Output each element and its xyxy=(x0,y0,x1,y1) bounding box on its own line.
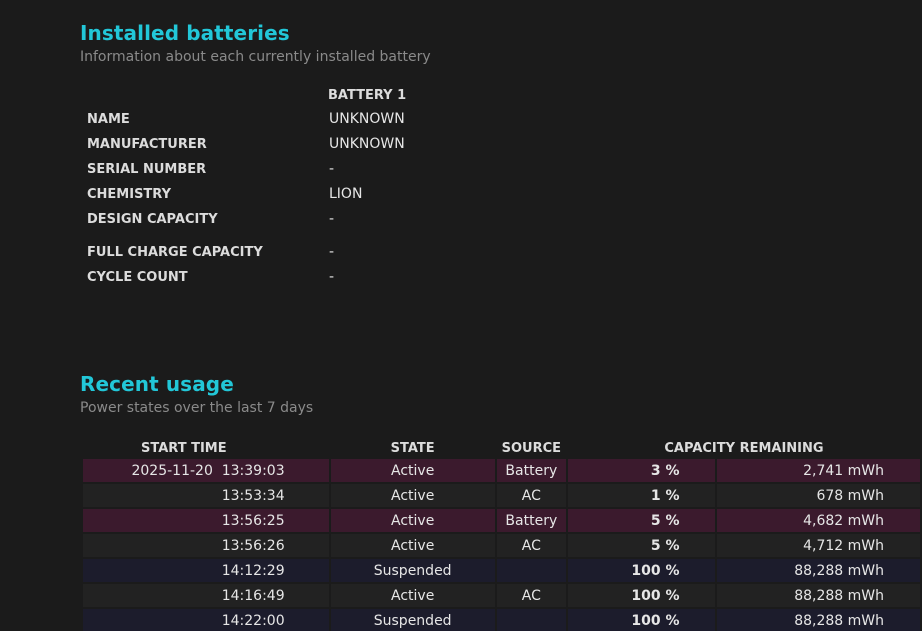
table-row: 2025-11-20 13:39:03 Active Battery 3 % 2… xyxy=(83,459,920,482)
table-row: 14:12:29 Suspended 100 % 88,288 mWh xyxy=(83,559,920,582)
info-value-serial-number: - xyxy=(329,161,335,177)
table-row: 13:56:26 Active AC 5 % 4,712 mWh xyxy=(83,534,920,557)
cell-start-time: 14:12:29 xyxy=(83,559,329,582)
cell-start-time: 14:22:00 xyxy=(83,609,329,631)
info-value-chemistry: LION xyxy=(329,186,363,202)
info-label-cycle-count: CYCLE COUNT xyxy=(87,270,188,285)
installed-batteries-title: Installed batteries xyxy=(80,21,290,45)
header-start-time: START TIME xyxy=(141,440,227,456)
table-row: 13:56:25 Active Battery 5 % 4,682 mWh xyxy=(83,509,920,532)
info-label-chemistry: CHEMISTRY xyxy=(87,187,172,202)
cell-start-time: 13:56:25 xyxy=(83,509,329,532)
cell-capacity-mwh: 4,682 mWh xyxy=(717,509,920,532)
header-state: STATE xyxy=(390,440,435,456)
cell-source xyxy=(496,559,566,582)
info-value-design-capacity: - xyxy=(329,211,335,227)
cell-source: AC xyxy=(496,584,566,607)
header-source: SOURCE xyxy=(501,440,562,456)
info-label-manufacturer: MANUFACTURER xyxy=(87,137,207,152)
cell-capacity-mwh: 4,712 mWh xyxy=(717,534,920,557)
cell-start-time: 13:56:26 xyxy=(83,534,329,557)
table-row: 14:22:00 Suspended 100 % 88,288 mWh xyxy=(83,609,920,631)
cell-capacity-percent: 100 % xyxy=(567,559,716,582)
cell-capacity-percent: 3 % xyxy=(567,459,716,482)
info-value-manufacturer: UNKNOWN xyxy=(329,136,405,152)
table-header-row: START TIME STATE SOURCE CAPACITY REMAINI… xyxy=(83,439,920,457)
cell-capacity-mwh: 88,288 mWh xyxy=(717,609,920,631)
cell-capacity-percent: 5 % xyxy=(567,509,716,532)
table-row: 14:16:49 Active AC 100 % 88,288 mWh xyxy=(83,584,920,607)
cell-source: Battery xyxy=(496,509,566,532)
info-label-serial-number: SERIAL NUMBER xyxy=(87,162,207,177)
info-label-name: NAME xyxy=(87,112,130,127)
cell-state: Active xyxy=(330,534,495,557)
cell-capacity-mwh: 678 mWh xyxy=(717,484,920,507)
info-label-full-charge-capacity: FULL CHARGE CAPACITY xyxy=(87,245,263,260)
table-row: 13:53:34 Active AC 1 % 678 mWh xyxy=(83,484,920,507)
cell-state: Active xyxy=(330,459,495,482)
info-value-full-charge-capacity: - xyxy=(329,244,335,260)
recent-usage-table: START TIME STATE SOURCE CAPACITY REMAINI… xyxy=(81,437,922,631)
cell-capacity-percent: 5 % xyxy=(567,534,716,557)
cell-capacity-percent: 100 % xyxy=(567,609,716,631)
cell-start-time: 13:53:34 xyxy=(83,484,329,507)
cell-start-time: 14:16:49 xyxy=(83,584,329,607)
cell-capacity-mwh: 88,288 mWh xyxy=(717,584,920,607)
info-value-name: UNKNOWN xyxy=(329,111,405,127)
cell-state: Suspended xyxy=(330,559,495,582)
cell-source: Battery xyxy=(496,459,566,482)
info-label-design-capacity: DESIGN CAPACITY xyxy=(87,212,218,227)
cell-state: Active xyxy=(330,484,495,507)
cell-state: Active xyxy=(330,509,495,532)
installed-batteries-subtitle: Information about each currently install… xyxy=(80,49,431,65)
cell-state: Active xyxy=(330,584,495,607)
cell-source: AC xyxy=(496,484,566,507)
battery-report-page: Installed batteries Information about ea… xyxy=(0,0,922,631)
cell-capacity-percent: 100 % xyxy=(567,584,716,607)
cell-capacity-mwh: 2,741 mWh xyxy=(717,459,920,482)
cell-source xyxy=(496,609,566,631)
cell-capacity-mwh: 88,288 mWh xyxy=(717,559,920,582)
cell-state: Suspended xyxy=(330,609,495,631)
cell-start-time: 2025-11-20 13:39:03 xyxy=(83,459,329,482)
header-capacity-remaining: CAPACITY REMAINING xyxy=(664,440,824,456)
battery-1-header: BATTERY 1 xyxy=(328,88,407,103)
recent-usage-title: Recent usage xyxy=(80,372,234,396)
recent-usage-subtitle: Power states over the last 7 days xyxy=(80,400,314,416)
cell-source: AC xyxy=(496,534,566,557)
info-value-cycle-count: - xyxy=(329,269,335,285)
cell-capacity-percent: 1 % xyxy=(567,484,716,507)
